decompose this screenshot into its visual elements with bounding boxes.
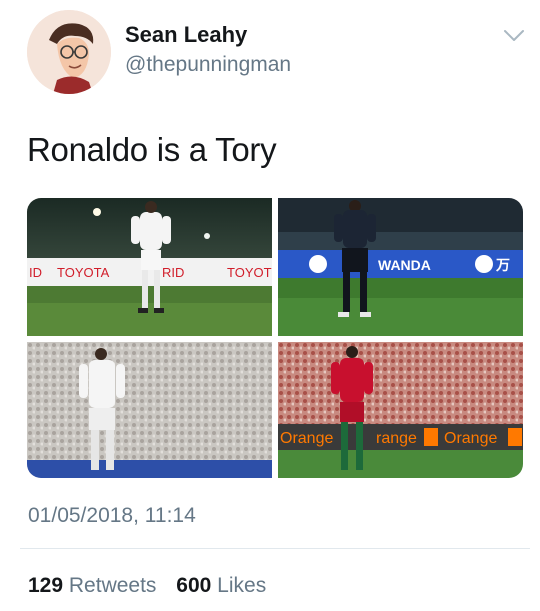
author-handle[interactable]: @thepunningman	[125, 53, 291, 77]
board-text: Orange	[280, 430, 333, 447]
board-text: TOYOTA	[57, 265, 110, 280]
likes-count[interactable]: 600	[176, 574, 211, 597]
board-text: RID	[162, 265, 184, 280]
chevron-down-icon[interactable]	[502, 28, 526, 44]
photo-4[interactable]: Orange range Orange	[278, 342, 523, 478]
board-text: 万	[495, 258, 510, 274]
divider	[20, 548, 530, 549]
tweet-timestamp[interactable]: 01/05/2018, 11:14	[28, 504, 196, 528]
board-text: ID	[29, 265, 42, 280]
author-name[interactable]: Sean Leahy	[125, 22, 247, 48]
retweets-label[interactable]: Retweets	[69, 574, 157, 597]
board-text: TOYOT	[227, 265, 272, 280]
photo-2[interactable]: WANDA 万	[278, 198, 523, 336]
board-text: Orange	[444, 430, 497, 447]
media-grid: ID TOYOTA RID TOYOT WANDA 万 Orange range…	[27, 198, 523, 478]
board-text: range	[376, 430, 417, 447]
tweet-text: Ronaldo is a Tory	[27, 131, 277, 168]
avatar[interactable]	[27, 10, 111, 94]
likes-label[interactable]: Likes	[217, 574, 266, 597]
retweets-count[interactable]: 129	[28, 574, 63, 597]
photo-3[interactable]	[27, 342, 272, 478]
tweet-stats: 129 Retweets 600 Likes	[28, 574, 280, 598]
photo-1[interactable]: ID TOYOTA RID TOYOT	[27, 198, 272, 336]
board-text: WANDA	[378, 257, 431, 273]
cartoon-face-avatar-icon	[27, 10, 111, 94]
